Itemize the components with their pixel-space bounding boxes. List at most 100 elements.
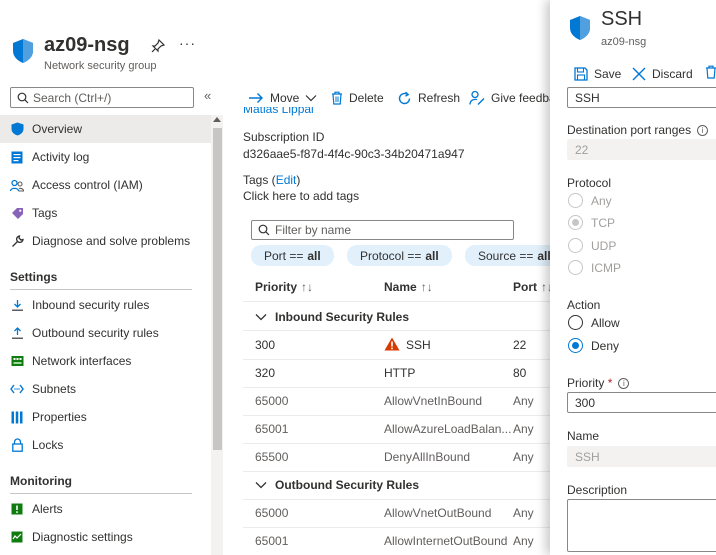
priority-cell: 65500 [255, 450, 289, 464]
discard-label: Discard [652, 67, 693, 81]
filter-pill-port[interactable]: Port == all [251, 245, 334, 266]
label-text: Destination port ranges [567, 123, 692, 137]
refresh-icon [398, 91, 411, 104]
sidebar-item-locks[interactable]: Locks [0, 431, 211, 459]
discard-button[interactable]: Discard [632, 65, 693, 83]
protocol-radio-any: Any [568, 193, 612, 208]
sidebar-item-subnets[interactable]: Subnets [0, 375, 211, 403]
sidebar-item-inbound-rules[interactable]: Inbound security rules [0, 291, 211, 319]
more-options-button[interactable]: ··· [179, 35, 196, 51]
chevron-down-icon [255, 482, 267, 489]
name-label: Name [567, 429, 600, 443]
sidebar-item-overview[interactable]: Overview [0, 115, 211, 143]
nsg-shield-icon [13, 39, 33, 63]
table-row[interactable]: 65000 AllowVnetInBound Any [243, 387, 550, 415]
row-divider [243, 301, 550, 302]
pill-value: all [425, 248, 439, 263]
add-tags-link[interactable]: Click here to add tags [243, 189, 359, 203]
rule-name-cell: DenyAllInBound [384, 450, 471, 464]
sidebar-scrollbar-thumb[interactable] [213, 128, 222, 450]
save-button[interactable]: Save [574, 65, 621, 83]
pin-icon[interactable] [151, 39, 165, 53]
sidebar-search-input[interactable]: Search (Ctrl+/) [10, 87, 194, 108]
outbound-group-header[interactable]: Outbound Security Rules [255, 478, 419, 492]
column-header-name[interactable]: Name ↑↓ [384, 280, 433, 294]
inbound-icon [10, 298, 24, 312]
inbound-group-header[interactable]: Inbound Security Rules [255, 310, 409, 324]
rule-name-link[interactable]: HTTP [384, 366, 415, 380]
protocol-radio-tcp: TCP [568, 215, 615, 230]
filter-pill-protocol[interactable]: Protocol == all [347, 245, 452, 266]
trash-icon[interactable] [705, 65, 716, 79]
rule-name-cell: AllowInternetOutBound [384, 534, 508, 548]
scroll-up-arrow-icon[interactable] [213, 117, 221, 122]
table-row[interactable]: 65000 AllowVnetOutBound Any [243, 499, 550, 527]
nic-icon [10, 354, 24, 368]
column-header-priority[interactable]: Priority ↑↓ [255, 280, 313, 294]
sidebar-item-label: Network interfaces [32, 354, 132, 368]
wrench-icon [10, 234, 24, 248]
settings-section-header: Settings [10, 270, 58, 284]
move-button[interactable]: Move [248, 89, 323, 107]
outbound-icon [10, 326, 24, 340]
delete-button[interactable]: Delete [331, 89, 384, 107]
column-header-port[interactable]: Port ↑↓ [513, 280, 553, 294]
properties-icon [10, 410, 24, 424]
priority-cell: 320 [255, 366, 276, 380]
give-feedback-button[interactable]: Give feedba [469, 89, 556, 107]
radio-circle [568, 260, 583, 275]
action-radio-allow[interactable]: Allow [568, 315, 620, 330]
table-row[interactable]: 65500 DenyAllInBound Any [243, 443, 550, 471]
info-icon[interactable]: i [618, 378, 630, 390]
sidebar-item-outbound-rules[interactable]: Outbound security rules [0, 319, 211, 347]
log-icon [10, 150, 24, 164]
priority-cell: 65000 [255, 506, 289, 520]
column-header-label: Port [513, 280, 537, 294]
port-cell: Any [513, 450, 534, 464]
sort-icon: ↑↓ [420, 280, 433, 294]
radio-circle [568, 238, 583, 253]
tags-label-text: Tags ( [243, 173, 276, 187]
sidebar-item-alerts[interactable]: Alerts [0, 495, 211, 523]
protocol-label: Protocol [567, 176, 612, 190]
table-row[interactable]: 300 SSH 22 [243, 331, 550, 359]
table-row[interactable]: 65001 AllowInternetOutBound Any [243, 527, 550, 555]
subscription-id-label: Subscription ID [243, 130, 325, 144]
resource-owner-link[interactable]: Matias Lippai [243, 107, 543, 120]
collapse-sidebar-button[interactable]: « [204, 88, 211, 103]
name-field: SSH [567, 446, 716, 467]
filter-by-name-input[interactable]: Filter by name [251, 220, 514, 240]
sidebar-item-diagnostic-settings[interactable]: Diagnostic settings [0, 523, 211, 551]
sidebar-item-activity-log[interactable]: Activity log [0, 143, 211, 171]
description-textarea[interactable] [567, 499, 716, 552]
monitoring-section-header: Monitoring [10, 474, 72, 488]
radio-label: TCP [591, 215, 615, 230]
sidebar-item-access-control[interactable]: Access control (IAM) [0, 171, 211, 199]
edit-tags-link[interactable]: Edit [276, 173, 297, 187]
radio-circle [568, 338, 583, 353]
table-row[interactable]: 65001 AllowAzureLoadBalan... Any [243, 415, 550, 443]
source-service-field[interactable]: SSH [567, 87, 716, 108]
sidebar-item-tags[interactable]: Tags [0, 199, 211, 227]
info-icon[interactable]: i [697, 125, 709, 137]
pill-value: all [307, 248, 321, 263]
lock-icon [10, 438, 24, 452]
pill-key: Port == [264, 248, 304, 263]
priority-label: Priority * i [567, 376, 630, 390]
destination-port-label: Destination port ranges i [567, 123, 709, 137]
rule-name-cell: AllowVnetOutBound [384, 506, 492, 520]
action-radio-deny[interactable]: Deny [568, 338, 619, 353]
rule-name-link[interactable]: SSH [406, 338, 431, 352]
priority-field[interactable]: 300 [567, 392, 716, 413]
sidebar-item-network-interfaces[interactable]: Network interfaces [0, 347, 211, 375]
table-row[interactable]: 320 HTTP 80 [243, 359, 550, 387]
panel-title: SSH [601, 8, 643, 30]
refresh-button[interactable]: Refresh [397, 89, 460, 107]
give-feedback-label: Give feedba [491, 91, 556, 105]
sidebar-item-diagnose[interactable]: Diagnose and solve problems [0, 227, 211, 255]
radio-circle [568, 315, 583, 330]
sidebar-item-properties[interactable]: Properties [0, 403, 211, 431]
protocol-radio-udp: UDP [568, 238, 616, 253]
filter-pill-source[interactable]: Source == all [465, 245, 564, 266]
radio-circle [568, 193, 583, 208]
